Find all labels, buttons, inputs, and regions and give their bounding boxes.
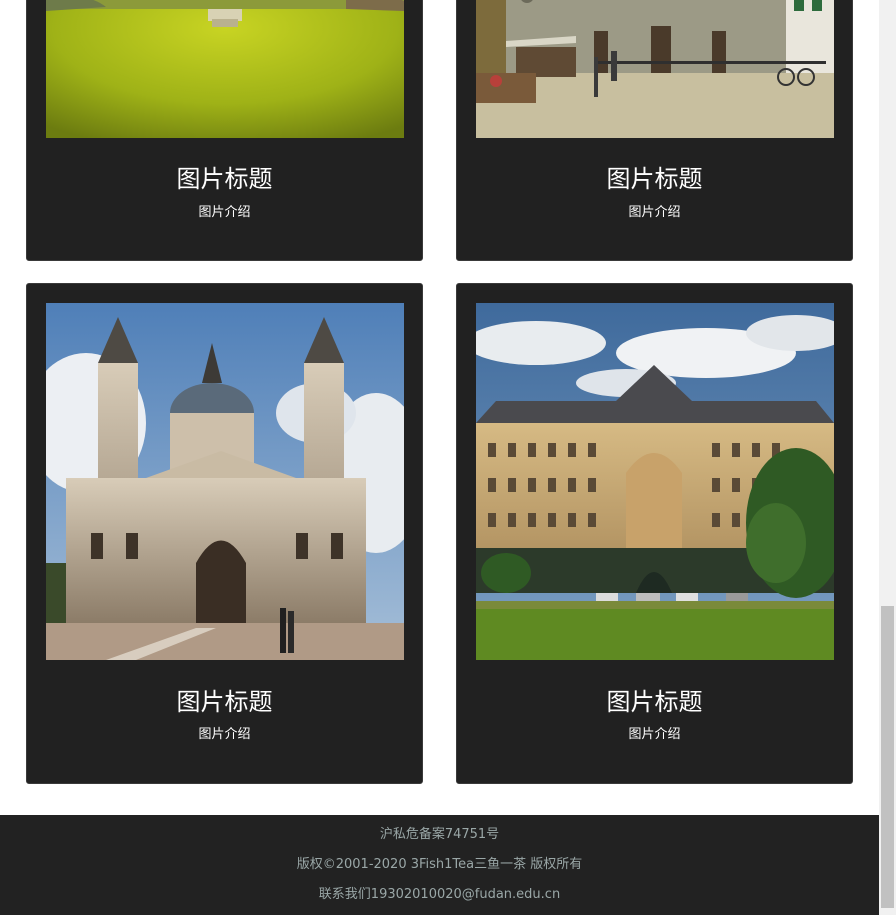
scrollbar-thumb[interactable] xyxy=(881,606,894,908)
footer-contact: 联系我们19302010020@fudan.edu.cn xyxy=(318,887,561,902)
card-description: 图片介绍 xyxy=(628,727,681,742)
page-content: 图片标题 图片介绍 图片标题 图片介绍 图片标题 图片介绍 图片标题 图片介绍 … xyxy=(0,0,879,915)
card-image-basilica[interactable] xyxy=(46,303,404,660)
gallery-card[interactable]: 图片标题 图片介绍 xyxy=(456,0,853,261)
vertical-scrollbar[interactable] xyxy=(879,0,896,915)
browser-viewport: 图片标题 图片介绍 图片标题 图片介绍 图片标题 图片介绍 图片标题 图片介绍 … xyxy=(0,0,896,915)
page-footer: 沪私危备案74751号 版权©2001-2020 3Fish1Tea三鱼一茶 版… xyxy=(0,815,879,915)
card-image-plaza[interactable] xyxy=(476,0,834,138)
footer-icp-record: 沪私危备案74751号 xyxy=(379,827,500,842)
card-image-palace[interactable] xyxy=(476,303,834,660)
card-description: 图片介绍 xyxy=(198,727,251,742)
card-title: 图片标题 xyxy=(606,688,703,716)
gallery-card[interactable]: 图片标题 图片介绍 xyxy=(26,0,423,261)
footer-copyright: 版权©2001-2020 3Fish1Tea三鱼一茶 版权所有 xyxy=(296,857,583,872)
card-title: 图片标题 xyxy=(176,165,273,193)
card-image-lawn[interactable] xyxy=(46,0,404,138)
card-title: 图片标题 xyxy=(176,688,273,716)
card-description: 图片介绍 xyxy=(198,205,251,220)
card-title: 图片标题 xyxy=(606,165,703,193)
gallery-card[interactable]: 图片标题 图片介绍 xyxy=(456,283,853,784)
gallery-card[interactable]: 图片标题 图片介绍 xyxy=(26,283,423,784)
card-description: 图片介绍 xyxy=(628,205,681,220)
